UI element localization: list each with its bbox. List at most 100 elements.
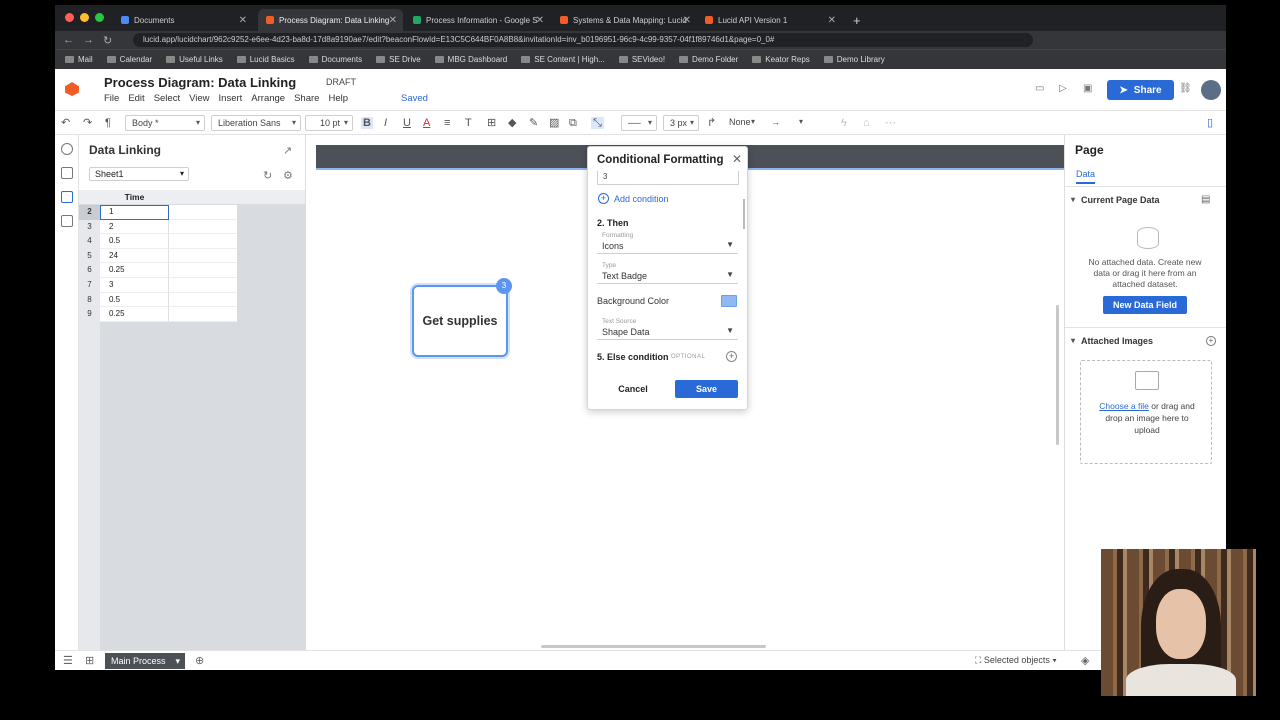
line-route-icon[interactable]: ↱ [707,117,716,129]
condition-value-input[interactable]: 3 [597,171,739,185]
page-icon[interactable] [61,167,73,179]
arrow-start-select[interactable]: None [723,115,759,131]
save-button[interactable]: Save [675,380,738,398]
arrow-end-select[interactable]: → [765,115,807,131]
bold-icon[interactable]: B [361,117,373,129]
link-icon[interactable]: ⛓ [1179,83,1192,95]
close-tab-icon[interactable]: ✕ [239,15,247,26]
process-shape[interactable]: Get supplies [412,285,508,357]
empty-cell[interactable] [169,263,237,278]
document-title[interactable]: Process Diagram: Data Linking [104,75,296,90]
empty-cell[interactable] [169,292,237,308]
time-cell[interactable]: 0.25 [100,307,169,322]
menu-insert[interactable]: Insert [219,93,243,104]
share-button[interactable]: ➤ Share [1107,80,1174,100]
add-condition-button[interactable]: + Add condition [598,193,669,204]
table-row[interactable]: 5 24 [79,248,237,264]
video-icon[interactable]: ▣ [1083,83,1095,95]
close-window-button[interactable] [65,13,74,22]
empty-cell[interactable] [169,205,237,220]
reload-icon[interactable]: ↻ [103,34,112,47]
redo-icon[interactable]: ↷ [83,117,92,129]
url-field[interactable]: lucid.app/lucidchart/962c9252-e6ee-4d23-… [133,33,1033,47]
menu-file[interactable]: File [104,93,119,104]
table-icon[interactable]: ⊞ [487,117,496,129]
time-cell[interactable]: 1 [100,205,169,220]
empty-cell[interactable] [169,277,237,293]
empty-cell[interactable] [169,307,237,322]
background-color-swatch[interactable] [721,295,737,307]
new-tab-button[interactable]: + [845,9,865,31]
close-tab-icon[interactable]: ✕ [536,15,544,26]
dialog-scrollbar[interactable] [743,199,745,229]
time-cell[interactable]: 2 [100,219,169,235]
vertical-scrollbar[interactable] [1056,305,1059,445]
browser-tab-active[interactable]: Process Diagram: Data Linking ✕ [258,9,403,31]
popout-icon[interactable]: ↗ [283,144,292,157]
time-cell[interactable]: 24 [100,248,169,264]
text-color-icon[interactable]: A [423,117,430,129]
format-painter-icon[interactable]: ¶ [105,117,111,129]
menu-select[interactable]: Select [154,93,180,104]
column-header[interactable]: Time [100,190,169,204]
close-tab-icon[interactable]: ✕ [389,15,397,26]
add-else-icon[interactable]: + [726,351,737,362]
align-icon[interactable]: ≡ [444,117,450,129]
menu-share[interactable]: Share [294,93,319,104]
data-settings-icon[interactable]: ⚙ [283,169,293,182]
layers-icon[interactable]: ◈ [1081,654,1089,667]
shape-badge[interactable]: 3 [496,278,512,294]
table-row[interactable]: 73 [79,277,237,293]
bookmark[interactable]: SEVideo! [618,55,665,64]
shapes-icon[interactable] [61,143,73,155]
choose-file-link[interactable]: Choose a file [1099,401,1149,411]
lightning-icon[interactable]: ϟ [841,117,847,129]
comment-icon[interactable]: ▭ [1035,83,1047,95]
bookmark[interactable]: Documents [308,55,362,64]
add-image-icon[interactable]: + [1206,336,1216,346]
bookmark[interactable]: Useful Links [166,55,223,64]
selected-objects-toggle[interactable]: ⛶ Selected objects ▾ [975,655,1057,666]
avatar[interactable] [1201,80,1221,100]
bookmark[interactable]: Demo Folder [679,55,738,64]
table-view-icon[interactable]: ▤ [1201,194,1210,205]
close-icon[interactable]: ✕ [732,152,742,166]
table-row[interactable]: 32 [79,219,237,235]
page-tab-main-process[interactable]: Main Process [105,653,185,669]
formatting-select[interactable]: Formatting Icons ▼ [597,232,738,254]
line-style-select[interactable]: ── [621,115,657,131]
time-cell[interactable]: 0.25 [100,263,169,278]
empty-cell[interactable] [169,219,237,235]
bookmark[interactable]: Demo Library [823,55,885,64]
bookmark[interactable]: MBG Dashboard [434,55,507,64]
fill-color-icon[interactable]: ◆ [508,117,516,129]
time-cell[interactable]: 0.5 [100,234,169,249]
more-icon[interactable]: ⋯ [885,117,896,129]
browser-tab[interactable]: Documents ✕ [113,9,253,31]
type-select[interactable]: Type Text Badge ▼ [597,262,738,284]
bookmark[interactable]: Mail [65,55,93,64]
underline-icon[interactable]: U [403,117,411,129]
horizontal-scrollbar[interactable] [541,645,766,648]
refresh-icon[interactable]: ↻ [263,169,272,182]
bookmark[interactable]: Calendar [106,55,152,64]
table-row[interactable]: 6 0.25 [79,263,237,278]
menu-view[interactable]: View [189,93,209,104]
bookmark[interactable]: Lucid Basics [236,55,295,64]
back-icon[interactable]: ← [63,34,74,46]
font-select[interactable]: Liberation Sans [211,115,301,131]
italic-icon[interactable]: I [384,117,387,129]
cancel-button[interactable]: Cancel [605,380,661,398]
table-row[interactable]: 9 0.25 [79,307,237,322]
menu-help[interactable]: Help [328,93,348,104]
image-drop-zone[interactable]: Choose a file or drag and drop an image … [1080,360,1212,464]
menu-edit[interactable]: Edit [128,93,144,104]
window-controls[interactable] [65,13,104,22]
page-grid-icon[interactable]: ⊞ [85,654,94,667]
style-icon[interactable]: ⧉ [569,117,577,129]
image-icon[interactable]: ▨ [549,117,559,129]
text-source-select[interactable]: Text Source Shape Data ▼ [597,318,738,340]
empty-cell[interactable] [169,248,237,264]
bookmark[interactable]: SE Content | High... [521,55,605,64]
connector-icon[interactable]: ⤡ [591,117,604,129]
